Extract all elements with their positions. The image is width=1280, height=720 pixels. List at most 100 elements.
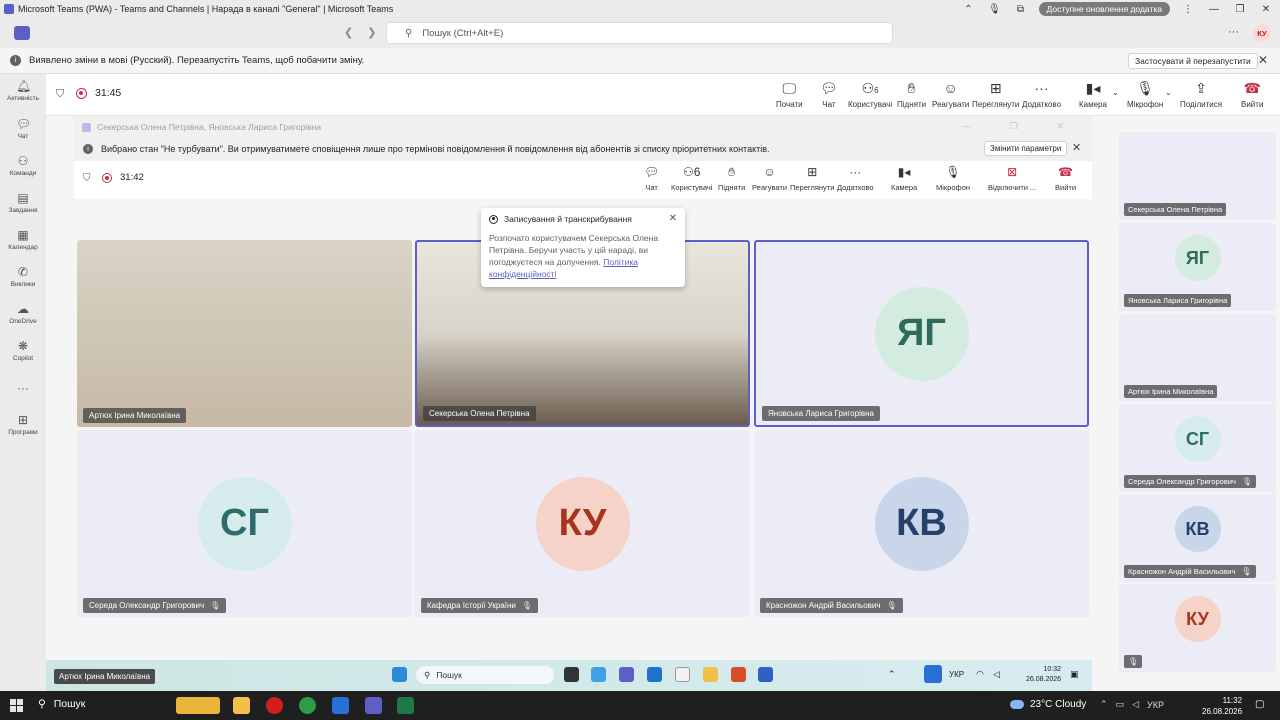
powerpoint-icon[interactable]: [731, 667, 746, 682]
view-button[interactable]: ⊞ Переглянути: [790, 165, 834, 192]
minimize-icon[interactable]: —: [1206, 1, 1222, 17]
close-icon[interactable]: ✕: [1258, 1, 1274, 17]
wifi-icon[interactable]: ◠: [976, 669, 984, 680]
search-input[interactable]: ⚲ Пошук: [416, 666, 554, 684]
search-input[interactable]: ⚲ Пошук (Ctrl+Alt+E): [386, 22, 893, 44]
rail-item-calls[interactable]: ✆ Виклики: [0, 266, 46, 289]
speaker-icon[interactable]: ◁: [1132, 699, 1139, 710]
raise-hand-button[interactable]: ✋︎ Підняти: [718, 165, 745, 192]
more-button[interactable]: ··· Додатково: [837, 165, 874, 192]
leave-button[interactable]: ☎︎ Вийти: [1055, 165, 1076, 192]
rail-item-teams[interactable]: ⚇ Команди: [0, 155, 46, 178]
close-icon[interactable]: ✕: [1072, 141, 1081, 154]
more-options-icon[interactable]: ···: [1228, 26, 1239, 38]
chat-button[interactable]: 💬︎ Чат: [820, 80, 838, 109]
more-icon[interactable]: ⋮: [1180, 1, 1196, 17]
chevron-up-icon[interactable]: ⌃: [1100, 699, 1108, 710]
view-button[interactable]: ⊞ Переглянути: [972, 80, 1019, 109]
outlook-icon[interactable]: [332, 697, 349, 714]
search-input[interactable]: ⚲ Пошук: [38, 698, 85, 710]
back-arrow-icon[interactable]: ❮: [344, 26, 353, 39]
rail-item-activity[interactable]: 🔔︎ Активність: [0, 80, 46, 103]
rail-item-tasks[interactable]: ▤ Завдання: [0, 192, 46, 215]
hangup-button[interactable]: ⊠ Відключити ...: [988, 165, 1036, 192]
microphone-button[interactable]: 🎙︎ Мікрофон: [1127, 80, 1163, 109]
restore-icon[interactable]: ❐: [1232, 1, 1248, 17]
react-button[interactable]: ☺ Реагувати: [932, 80, 969, 109]
raise-hand-button[interactable]: ✋︎ Підняти: [897, 80, 926, 109]
update-available-badge[interactable]: Доступне оновлення додатка: [1038, 2, 1170, 16]
store-icon[interactable]: [647, 667, 662, 682]
info-icon: i: [83, 144, 93, 154]
leave-button[interactable]: ☎︎ Вийти: [1241, 80, 1263, 109]
people-button[interactable]: ⚇6 Користувачі: [848, 80, 892, 109]
mic-icon[interactable]: [924, 665, 942, 683]
notification-icon[interactable]: ▣: [1070, 669, 1079, 680]
window-controls[interactable]: ··· — ❐ ✕: [879, 121, 1082, 132]
extension-icon[interactable]: ⧉: [1013, 1, 1029, 17]
share-button[interactable]: ⇪ Поділитися: [1180, 80, 1222, 109]
clock[interactable]: 10:32 26.08.2026: [1026, 665, 1061, 685]
participant-tile[interactable]: СГ Середа Олександр Григорович 🎙︎: [1119, 404, 1276, 492]
language-indicator[interactable]: УКР: [949, 670, 964, 679]
chevron-up-icon[interactable]: ⌃: [961, 1, 977, 17]
video-tile[interactable]: Артюх Ірина Миколаївна: [77, 240, 412, 427]
windows-start-icon[interactable]: [10, 699, 23, 712]
participant-tile[interactable]: КУ 🎙︎: [1119, 584, 1276, 672]
folder-icon[interactable]: [703, 667, 718, 682]
camera-button[interactable]: ▮◂ Камера: [1079, 80, 1107, 109]
teams-icon[interactable]: [365, 697, 382, 714]
react-button[interactable]: ☺ Реагувати: [752, 165, 787, 192]
sparkle-widget-icon[interactable]: [176, 697, 220, 714]
rail-item-onedrive[interactable]: ☁︎ OneDrive: [0, 303, 46, 326]
teams-icon[interactable]: [619, 667, 634, 682]
video-tile[interactable]: КУ Кафедра Історії України 🎙︎: [415, 430, 750, 617]
rail-item-copilot[interactable]: ❋ Copilot: [0, 340, 46, 363]
speaker-name-tooltip: Артюх Ірина Миколаївна: [54, 669, 156, 684]
chevron-down-icon[interactable]: ⌄: [1165, 88, 1172, 97]
language-indicator[interactable]: УКР: [1147, 700, 1164, 710]
close-icon[interactable]: ✕: [669, 213, 677, 224]
chat-button[interactable]: 💬︎ Чат: [644, 165, 659, 192]
clock[interactable]: 11:32 26.08.2026: [1202, 695, 1242, 717]
more-button[interactable]: ··· Додатково: [1022, 80, 1061, 109]
battery-icon[interactable]: ▭: [1116, 699, 1125, 710]
speaker-icon[interactable]: ◁: [993, 669, 1000, 680]
microphone-icon[interactable]: 🎙: [987, 1, 1003, 17]
weather-widget[interactable]: 23°C Cloudy: [1010, 699, 1086, 710]
people-button[interactable]: ⚇6 Користувачі: [671, 165, 712, 192]
mic-off-icon: 🎙︎: [1128, 657, 1139, 666]
chrome-icon[interactable]: [299, 697, 316, 714]
word-icon[interactable]: [758, 667, 773, 682]
close-icon[interactable]: ✕: [1258, 53, 1268, 67]
camera-button[interactable]: ▮◂ Камера: [891, 165, 917, 192]
rail-item-more[interactable]: ···: [0, 382, 46, 397]
start-button[interactable]: 🖵 Почати: [776, 80, 803, 109]
windows-start-icon[interactable]: [392, 667, 407, 682]
forward-arrow-icon[interactable]: ❯: [367, 26, 376, 39]
copilot-icon[interactable]: [591, 667, 606, 682]
microphone-button[interactable]: 🎙︎ Мікрофон: [936, 165, 970, 192]
participant-tile[interactable]: Артюх Ірина Миколаївна: [1119, 314, 1276, 402]
folder-icon[interactable]: [233, 697, 250, 714]
rail-item-calendar[interactable]: ▦ Календар: [0, 229, 46, 252]
chevron-down-icon[interactable]: ⌄: [1112, 88, 1119, 97]
participant-tile[interactable]: КВ Красножон Андрій Васильович 🎙︎: [1119, 494, 1276, 582]
file-icon[interactable]: [675, 667, 690, 682]
excel-icon[interactable]: [397, 697, 414, 714]
participant-tile[interactable]: Секерська Олена Петрівна: [1119, 132, 1276, 220]
video-tile-active[interactable]: ЯГ Яновська Лариса Григорівна: [754, 240, 1089, 427]
video-tile[interactable]: КВ Красножон Андрій Васильович 🎙︎: [754, 430, 1089, 617]
notification-icon[interactable]: ▢: [1255, 699, 1264, 710]
participant-name: Артюх Ірина Миколаївна: [83, 408, 187, 423]
participant-tile[interactable]: ЯГ Яновська Лариса Григорівна: [1119, 223, 1276, 311]
opera-icon[interactable]: [266, 697, 283, 714]
task-view-icon[interactable]: [564, 667, 579, 682]
video-tile[interactable]: СГ Середа Олександр Григорович 🎙︎: [77, 430, 412, 617]
change-settings-button[interactable]: Змінити параметри: [984, 141, 1068, 156]
rail-item-apps[interactable]: ⊞ Програми: [0, 414, 46, 437]
rail-item-chat[interactable]: 💬︎ Чат: [0, 118, 46, 141]
chevron-up-icon[interactable]: ⌃: [888, 669, 896, 680]
apply-restart-button[interactable]: Застосувати й перезапустити: [1128, 53, 1258, 69]
avatar[interactable]: КУ: [1253, 24, 1271, 42]
